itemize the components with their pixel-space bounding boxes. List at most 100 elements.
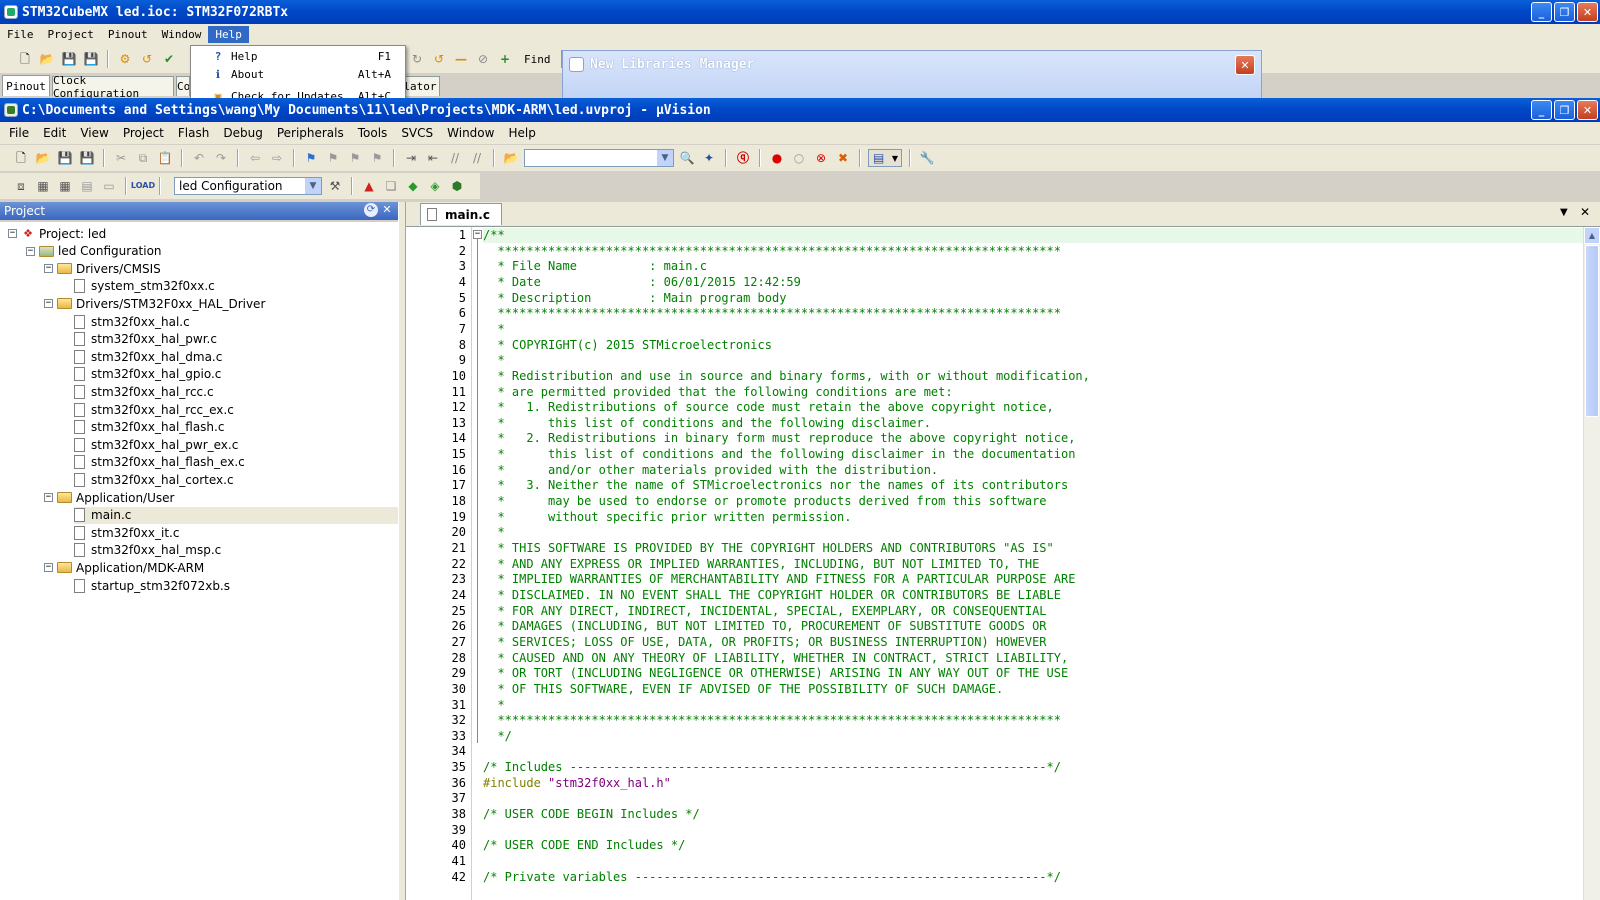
file-extensions-icon[interactable]: ❏ bbox=[382, 177, 400, 195]
redo-icon[interactable]: ↻ bbox=[408, 50, 426, 68]
stop-build-icon[interactable]: ▭ bbox=[100, 177, 118, 195]
next-bookmark-icon[interactable]: ⚑ bbox=[346, 149, 364, 167]
save-icon[interactable]: 💾 bbox=[60, 50, 78, 68]
tab-list-dropdown-icon[interactable]: ▼ bbox=[1560, 207, 1568, 218]
cubemx-menu-help[interactable]: Help bbox=[208, 26, 249, 43]
uv-menu-help[interactable]: Help bbox=[501, 124, 542, 142]
open-file-icon[interactable]: 📂 bbox=[34, 149, 52, 167]
tree-node[interactable]: − Drivers/CMSIS bbox=[44, 260, 161, 277]
download-load-icon[interactable]: LOAD bbox=[131, 177, 155, 195]
cubemx-tab-configuration[interactable]: Co bbox=[176, 76, 190, 96]
build-icon[interactable]: ▦ bbox=[34, 177, 52, 195]
cubemx-menu-window[interactable]: Window bbox=[155, 26, 209, 43]
stop-icon[interactable]: ⊘ bbox=[474, 50, 492, 68]
uncomment-icon[interactable]: // bbox=[468, 149, 486, 167]
find-icon[interactable]: 🔍 bbox=[678, 149, 696, 167]
tree-node[interactable]: − Application/User bbox=[44, 489, 174, 506]
cubemx-restore-button[interactable]: ❐ bbox=[1554, 2, 1575, 22]
check-icon[interactable]: ✔ bbox=[160, 50, 178, 68]
nav-forward-icon[interactable]: ⇨ bbox=[268, 149, 286, 167]
disable-breakpoint-icon[interactable]: ○ bbox=[790, 149, 808, 167]
tree-node[interactable]: stm32f0xx_hal_msp.c bbox=[74, 542, 221, 559]
editor-vertical-scrollbar[interactable]: ▲ bbox=[1583, 227, 1600, 900]
pack-installer-icon[interactable]: ⬢ bbox=[448, 177, 466, 195]
redo-icon-uv[interactable]: ↷ bbox=[212, 149, 230, 167]
uv-menu-peripherals[interactable]: Peripherals bbox=[270, 124, 351, 142]
new-project-icon[interactable]: 🗋 bbox=[16, 50, 34, 68]
prev-bookmark-icon[interactable]: ⚑ bbox=[324, 149, 342, 167]
find-combo[interactable]: ▼ bbox=[524, 149, 674, 167]
uv-menu-project[interactable]: Project bbox=[116, 124, 171, 142]
uvision-close-button[interactable]: ✕ bbox=[1577, 100, 1598, 120]
new-file-icon[interactable]: 🗋 bbox=[12, 149, 30, 167]
tree-expander-icon[interactable]: − bbox=[8, 229, 17, 238]
tree-node[interactable]: main.c bbox=[74, 506, 398, 524]
reload-icon[interactable]: ↺ bbox=[138, 50, 156, 68]
disable-all-breakpoints-icon[interactable]: ⊗ bbox=[812, 149, 830, 167]
tree-node[interactable]: startup_stm32f072xb.s bbox=[74, 577, 230, 594]
uv-menu-svcs[interactable]: SVCS bbox=[394, 124, 440, 142]
tree-node[interactable]: stm32f0xx_hal_pwr_ex.c bbox=[74, 436, 238, 453]
tree-node[interactable]: system_stm32f0xx.c bbox=[74, 278, 215, 295]
start-debug-icon[interactable]: ⓠ bbox=[734, 149, 752, 167]
target-select[interactable]: led Configuration ▼ bbox=[174, 177, 322, 195]
breakpoint-icon[interactable]: ● bbox=[768, 149, 786, 167]
manage-rte-icon[interactable]: ◆ bbox=[404, 177, 422, 195]
tree-expander-icon[interactable]: − bbox=[44, 264, 53, 274]
clear-bookmarks-icon[interactable]: ⚑ bbox=[368, 149, 386, 167]
configuration-wrench-icon[interactable]: 🔧 bbox=[918, 149, 936, 167]
target-options-icon[interactable]: ⚒ bbox=[326, 177, 344, 195]
cubemx-menu-project[interactable]: Project bbox=[41, 26, 101, 43]
unindent-icon[interactable]: ⇤ bbox=[424, 149, 442, 167]
uv-menu-view[interactable]: View bbox=[73, 124, 115, 142]
tree-expander-icon[interactable]: − bbox=[44, 493, 53, 502]
tree-node[interactable]: − ❖ Project: led bbox=[8, 225, 106, 242]
tree-node[interactable]: − led Configuration bbox=[26, 243, 162, 260]
fold-collapse-icon[interactable]: − bbox=[473, 230, 482, 239]
translate-icon[interactable]: ⧈ bbox=[12, 177, 30, 195]
uv-menu-flash[interactable]: Flash bbox=[171, 124, 216, 142]
help-menu-item-about[interactable]: ℹ About Alt+A bbox=[191, 65, 405, 83]
cubemx-menu-pinout[interactable]: Pinout bbox=[101, 26, 155, 43]
panel-close-icon[interactable]: ✕ bbox=[380, 203, 394, 217]
tree-node[interactable]: stm32f0xx_hal_rcc.c bbox=[74, 383, 214, 400]
cubemx-close-button[interactable]: ✕ bbox=[1577, 2, 1598, 22]
manage-components-icon[interactable]: ▲ bbox=[360, 177, 378, 195]
rebuild-icon[interactable]: ▦ bbox=[56, 177, 74, 195]
indent-icon[interactable]: ⇥ bbox=[402, 149, 420, 167]
tree-expander-icon[interactable]: − bbox=[44, 563, 53, 573]
kill-breakpoints-icon[interactable]: ✖ bbox=[834, 149, 852, 167]
nav-back-icon[interactable]: ⇦ bbox=[246, 149, 264, 167]
zoom-out-icon[interactable]: — bbox=[452, 50, 470, 68]
tree-node[interactable]: stm32f0xx_hal_pwr.c bbox=[74, 331, 217, 348]
editor-area[interactable]: 1/** 2 **********************************… bbox=[406, 226, 1600, 900]
tree-node[interactable]: stm32f0xx_hal_flash.c bbox=[74, 419, 224, 436]
libraries-manager-close-button[interactable]: ✕ bbox=[1235, 55, 1255, 75]
cubemx-tab-pinout[interactable]: Pinout bbox=[2, 75, 50, 96]
uv-menu-edit[interactable]: Edit bbox=[36, 124, 73, 142]
refresh-icon[interactable]: ↺ bbox=[430, 50, 448, 68]
uvision-restore-button[interactable]: ❐ bbox=[1554, 100, 1575, 120]
tree-node[interactable]: stm32f0xx_it.c bbox=[74, 524, 179, 541]
tree-node[interactable]: stm32f0xx_hal_dma.c bbox=[74, 348, 222, 365]
cubemx-minimize-button[interactable]: _ bbox=[1531, 2, 1552, 22]
uv-menu-file[interactable]: File bbox=[2, 124, 36, 142]
scroll-thumb[interactable] bbox=[1585, 245, 1599, 417]
cubemx-tab-calculator[interactable]: lator bbox=[400, 76, 440, 96]
tree-node[interactable]: stm32f0xx_hal_rcc_ex.c bbox=[74, 401, 234, 418]
save-as-icon[interactable]: 💾 bbox=[82, 50, 100, 68]
tree-expander-icon[interactable]: − bbox=[44, 299, 53, 309]
tree-node[interactable]: stm32f0xx_hal_gpio.c bbox=[74, 366, 221, 383]
zoom-in-icon[interactable]: + bbox=[496, 50, 514, 68]
undo-icon[interactable]: ↶ bbox=[190, 149, 208, 167]
tree-node[interactable]: − Drivers/STM32F0xx_HAL_Driver bbox=[44, 295, 265, 312]
uv-menu-window[interactable]: Window bbox=[440, 124, 501, 142]
panel-splitter[interactable] bbox=[398, 202, 406, 900]
bookmark-icon[interactable]: ⚑ bbox=[302, 149, 320, 167]
incremental-find-icon[interactable]: ✦ bbox=[700, 149, 718, 167]
generate-code-icon[interactable]: ⚙ bbox=[116, 50, 134, 68]
cubemx-menu-file[interactable]: File bbox=[0, 26, 41, 43]
save-file-icon[interactable]: 💾 bbox=[56, 149, 74, 167]
help-menu-item-help[interactable]: ? Help F1 bbox=[191, 47, 405, 65]
editor-tab-main-c[interactable]: main.c bbox=[420, 203, 502, 225]
